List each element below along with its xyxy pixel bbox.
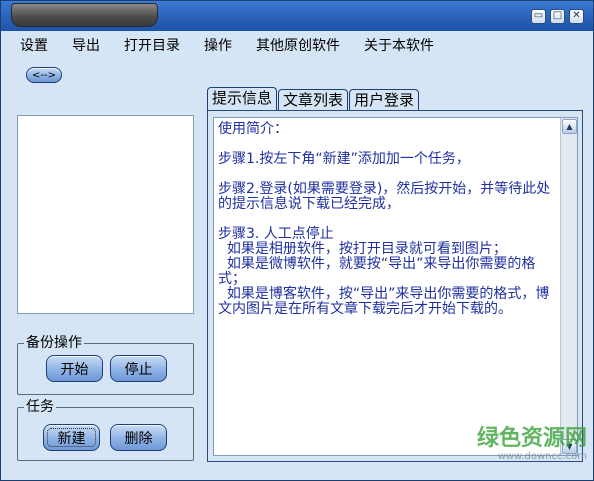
task-list[interactable] [17,115,194,314]
watermark: 绿色资源网 www.downcc.com [457,427,587,463]
watermark-logo: 绿色资源网 [476,426,587,451]
new-task-button[interactable]: 新建 [43,424,100,451]
scroll-up-arrow-icon[interactable]: ▲ [562,119,577,134]
tab-bar: 提示信息 文章列表 用户登录 [207,87,420,111]
close-button[interactable]: ✕ [569,9,584,24]
task-group-label: 任务 [24,399,56,415]
toggle-panel-button[interactable]: <--> [26,67,62,83]
main-window: ▭ □ ✕ 设置 导出 打开目录 操作 其他原创软件 关于本软件 <--> 备份… [0,0,594,481]
backup-group-label: 备份操作 [24,335,84,351]
maximize-icon: □ [552,10,563,21]
tab-info[interactable]: 提示信息 [207,87,278,111]
stop-button[interactable]: 停止 [110,355,167,382]
menu-about[interactable]: 关于本软件 [359,33,439,57]
menu-export[interactable]: 导出 [67,33,105,57]
window-title [11,3,158,27]
title-bar[interactable]: ▭ □ ✕ [1,1,593,31]
menu-other-software[interactable]: 其他原创软件 [251,33,345,57]
menu-settings[interactable]: 设置 [15,33,53,57]
tab-user-login[interactable]: 用户登录 [349,89,420,111]
tab-article-list[interactable]: 文章列表 [278,89,349,111]
backup-group: 备份操作 开始 停止 [17,335,194,395]
info-textbox[interactable]: 使用简介： 步骤1.按左下角“新建”添加加一个任务， 步骤2.登录(如果需要登录… [213,117,578,456]
delete-task-button[interactable]: 删除 [110,424,167,451]
minimize-button[interactable]: ▭ [531,9,546,24]
info-text: 使用简介： 步骤1.按左下角“新建”添加加一个任务， 步骤2.登录(如果需要登录… [218,121,551,317]
menu-open-directory[interactable]: 打开目录 [119,33,185,57]
start-button[interactable]: 开始 [46,355,103,382]
close-icon: ✕ [572,10,581,21]
vertical-scrollbar[interactable]: ▲ ▼ [560,118,577,455]
menu-bar: 设置 导出 打开目录 操作 其他原创软件 关于本软件 [1,31,593,59]
tab-panel: 使用简介： 步骤1.按左下角“新建”添加加一个任务， 步骤2.登录(如果需要登录… [207,110,583,462]
task-group: 任务 新建 删除 [17,399,194,461]
minimize-icon: ▭ [533,10,544,21]
watermark-url: www.downcc.com [497,451,587,462]
maximize-button[interactable]: □ [550,9,565,24]
menu-operation[interactable]: 操作 [199,33,237,57]
